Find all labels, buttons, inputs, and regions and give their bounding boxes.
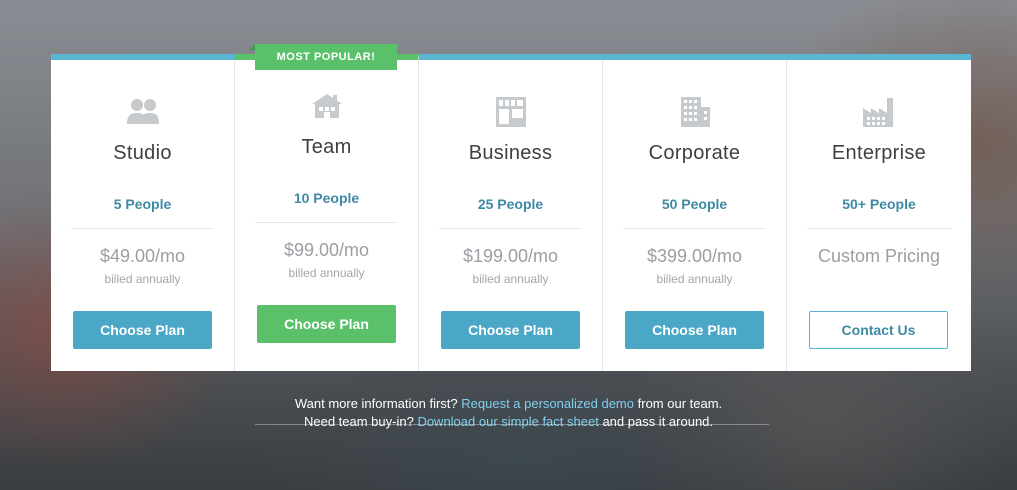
plan-price: $399.00/mo [646, 246, 743, 266]
buyin-text: Need team buy-in? [303, 414, 414, 429]
plan-name: Enterprise [831, 142, 927, 164]
plan-name: Studio [113, 142, 172, 164]
buyin-line: Need team buy-in? Download our simple fa… [0, 413, 1017, 431]
plan-billing: billed annually [104, 272, 181, 286]
divider [439, 228, 582, 229]
fact-sheet-link[interactable]: Download our simple fact sheet [417, 414, 598, 429]
plan-billing: billed annually [656, 272, 733, 286]
buyin-text: and pass it around. [602, 414, 714, 429]
plan-name: Corporate [648, 142, 741, 164]
plan-people: 25 People [477, 196, 544, 212]
plan-billing: billed annually [472, 272, 549, 286]
plan-people: 5 People [113, 196, 172, 212]
plan-business: Business 25 People $199.00/mo billed ann… [419, 60, 603, 371]
info-text: from our team. [637, 396, 723, 411]
plan-studio: Studio 5 People $49.00/mo billed annuall… [51, 60, 235, 371]
plan-name: Team [301, 136, 352, 158]
plan-price: $99.00/mo [283, 240, 370, 260]
choose-plan-button[interactable]: Choose Plan [73, 311, 212, 349]
divider [255, 222, 398, 223]
plan-price: $199.00/mo [462, 246, 559, 266]
storefront-icon [496, 97, 526, 127]
footer-divider [255, 424, 769, 425]
plan-enterprise: Enterprise 50+ People Custom Pricing Con… [787, 60, 971, 371]
plan-price: $49.00/mo [99, 246, 186, 266]
info-text: Want more information first? [294, 396, 458, 411]
plan-corporate: Corporate 50 People $399.00/mo billed an… [603, 60, 787, 371]
contact-us-button[interactable]: Contact Us [809, 311, 948, 349]
choose-plan-button[interactable]: Choose Plan [441, 311, 580, 349]
info-line: Want more information first? Request a p… [0, 395, 1017, 413]
factory-icon [863, 98, 893, 127]
house-icon [312, 94, 342, 118]
office-building-icon [681, 97, 710, 127]
divider [71, 228, 214, 229]
plan-name: Business [468, 142, 553, 164]
footer-info: Want more information first? Request a p… [0, 395, 1017, 431]
plan-people: 10 People [293, 190, 360, 206]
plan-team: MOST POPULAR! Team 10 People $99.00/mo b… [235, 44, 419, 371]
plan-price: Custom Pricing [817, 246, 941, 266]
divider [807, 228, 951, 229]
request-demo-link[interactable]: Request a personalized demo [461, 396, 634, 411]
choose-plan-button[interactable]: Choose Plan [257, 305, 396, 343]
users-icon [127, 99, 159, 124]
most-popular-badge: MOST POPULAR! [249, 44, 397, 70]
pricing-table: Studio 5 People $49.00/mo billed annuall… [51, 44, 971, 371]
plan-billing: billed annually [288, 266, 365, 280]
divider [623, 228, 766, 229]
plan-people: 50 People [661, 196, 728, 212]
plan-people: 50+ People [842, 196, 916, 212]
choose-plan-button[interactable]: Choose Plan [625, 311, 764, 349]
